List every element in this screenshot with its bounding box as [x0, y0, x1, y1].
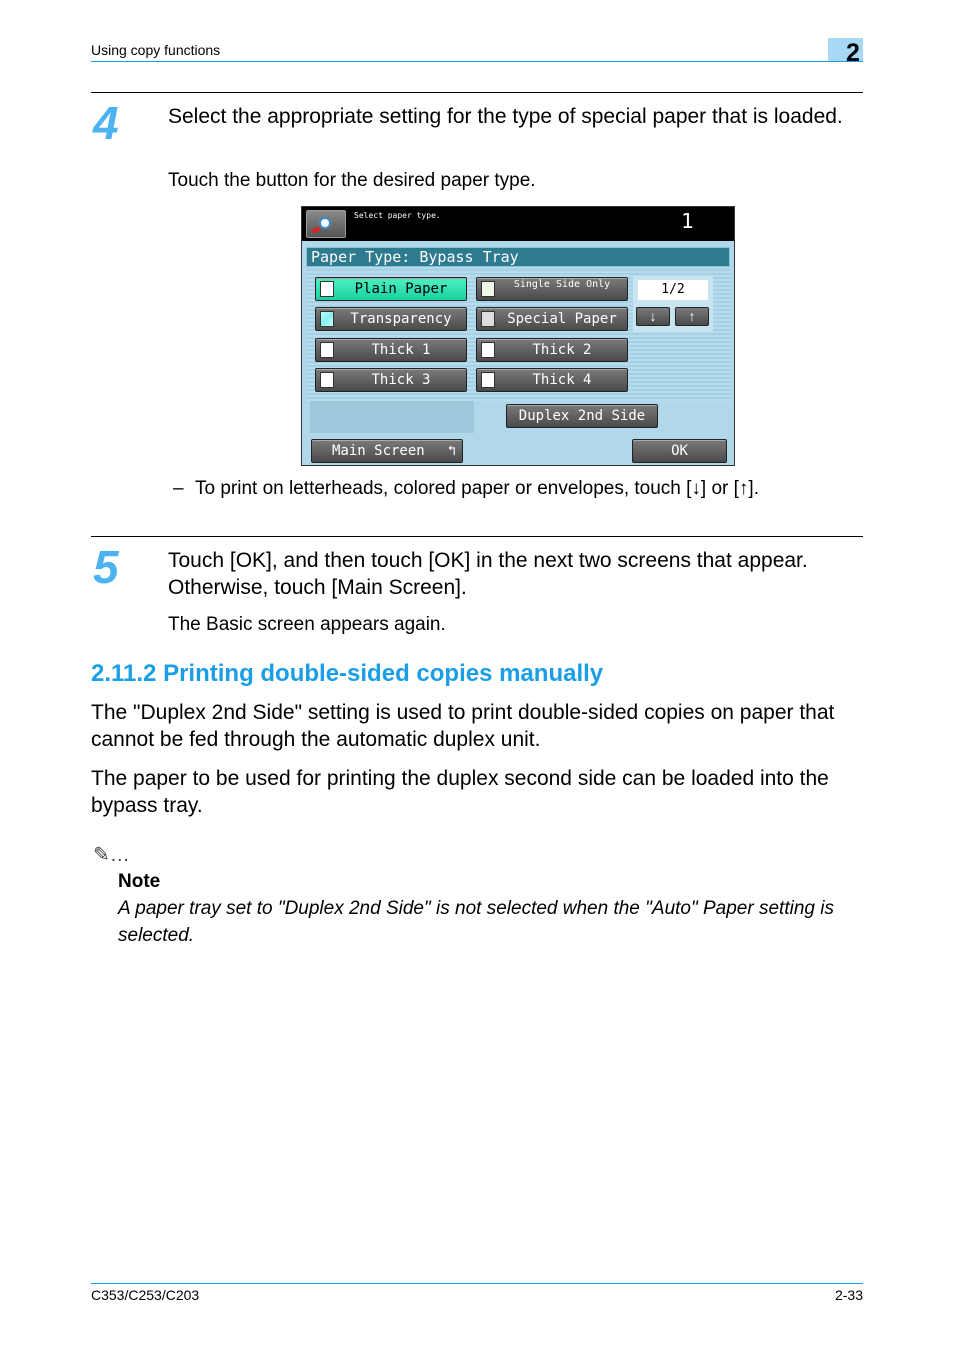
step-detail: The Basic screen appears again.	[168, 614, 446, 635]
thick-1-button[interactable]: Thick 1	[315, 338, 467, 362]
arrow-up-icon: ↑	[688, 308, 696, 324]
screen-title-bar: Paper Type: Bypass Tray	[306, 247, 730, 267]
page-down-button[interactable]: ↓	[636, 307, 670, 326]
paper-sheet-icon	[481, 372, 495, 388]
thick-2-button[interactable]: Thick 2	[476, 338, 628, 362]
screen-message: Select paper type.	[354, 211, 441, 220]
paper-sheet-icon	[320, 372, 334, 388]
step-detail: Touch the button for the desired paper t…	[168, 170, 536, 191]
header-divider	[91, 61, 863, 62]
return-arrow-icon: ↰	[447, 443, 456, 459]
footer-page-number: 2-33	[834, 1287, 863, 1303]
ok-button[interactable]: OK	[632, 439, 727, 463]
footer-divider	[91, 1283, 863, 1284]
paper-sheet-icon	[320, 342, 334, 358]
screen-panel	[310, 401, 474, 433]
copy-count: 1	[681, 209, 694, 233]
body-paragraph: The paper to be used for printing the du…	[91, 767, 829, 817]
magnifier-icon	[319, 217, 331, 229]
bullet-dash: –	[173, 478, 184, 499]
step-divider	[91, 92, 863, 93]
screen-message-bar: Select paper type. 1	[302, 207, 734, 241]
note-title: Note	[118, 871, 161, 892]
step-number: 5	[93, 541, 119, 593]
single-side-only-button[interactable]: Single Side Only	[476, 277, 628, 301]
arrow-down-icon: ↓	[649, 308, 657, 324]
paper-type-screen: Select paper type. 1 Paper Type: Bypass …	[301, 206, 735, 466]
duplex-2nd-side-button[interactable]: Duplex 2nd Side	[506, 404, 658, 428]
step-bullet-text: To print on letterheads, colored paper o…	[195, 478, 759, 499]
chapter-number: 2	[846, 39, 860, 67]
body-paragraph: The "Duplex 2nd Side" setting is used to…	[91, 701, 835, 751]
paper-sheet-icon	[481, 281, 495, 297]
transparency-sheet-icon	[320, 311, 334, 327]
page-navigator: 1/2 ↓ ↑	[633, 276, 713, 332]
step-instruction: Select the appropriate setting for the t…	[168, 105, 843, 128]
running-header: Using copy functions	[91, 42, 221, 58]
transparency-button[interactable]: Transparency	[315, 307, 467, 331]
step-number: 4	[93, 97, 119, 149]
note-text: A paper tray set to "Duplex 2nd Side" is…	[118, 898, 834, 946]
main-screen-button[interactable]: Main Screen ↰	[311, 439, 463, 463]
plain-paper-button[interactable]: Plain Paper	[315, 277, 467, 301]
page-up-button[interactable]: ↑	[675, 307, 709, 326]
screen-title: Paper Type: Bypass Tray	[311, 248, 519, 266]
paper-sheet-icon	[481, 342, 495, 358]
special-paper-button[interactable]: Special Paper	[476, 307, 628, 331]
thick-3-button[interactable]: Thick 3	[315, 368, 467, 392]
accessibility-button[interactable]	[306, 210, 346, 238]
thick-4-button[interactable]: Thick 4	[476, 368, 628, 392]
paper-sheet-icon	[320, 281, 334, 297]
magnifier-handle-icon	[311, 226, 321, 234]
section-heading: 2.11.2 Printing double-sided copies manu…	[91, 660, 604, 687]
page-indicator: 1/2	[638, 280, 708, 300]
special-sheet-icon	[481, 311, 495, 327]
step-instruction: Touch [OK], and then touch [OK] in the n…	[168, 549, 808, 599]
footer-model: C353/C253/C203	[91, 1287, 200, 1303]
step-divider	[91, 536, 863, 537]
note-pencil-icon: ✎…	[93, 844, 130, 866]
